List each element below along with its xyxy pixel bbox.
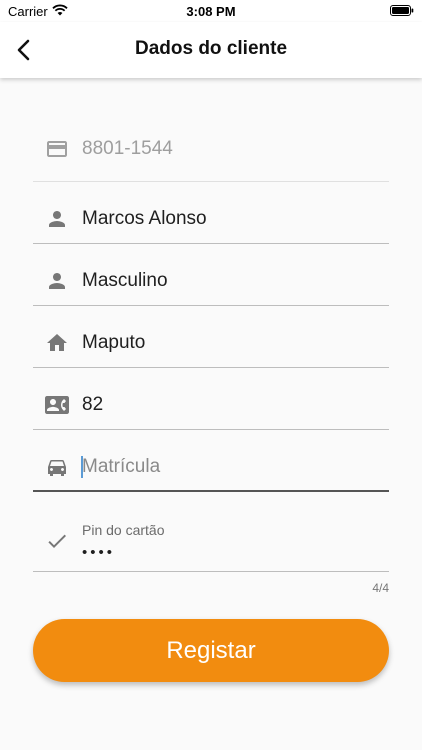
id-number-field[interactable]: 82 <box>33 368 389 430</box>
status-time: 3:08 PM <box>186 4 236 19</box>
contact-card-icon <box>45 396 69 414</box>
name-value: Marcos Alonso <box>82 208 207 229</box>
id-number-value: 82 <box>82 394 104 415</box>
status-bar: Carrier 3:08 PM <box>0 0 422 22</box>
card-number-value: 8801-1544 <box>82 138 173 159</box>
gender-value: Masculino <box>82 270 168 291</box>
pin-label: Pin do cartão <box>82 522 165 538</box>
city-value: Maputo <box>82 332 146 353</box>
check-icon <box>48 534 66 548</box>
pin-field[interactable]: Pin do cartão •••• <box>33 510 389 572</box>
name-field[interactable]: Marcos Alonso <box>33 182 389 244</box>
credit-card-icon <box>47 141 67 157</box>
car-icon <box>48 460 66 476</box>
register-button[interactable]: Registar <box>33 619 389 682</box>
card-number-field: 8801-1544 <box>33 120 389 182</box>
city-field[interactable]: Maputo <box>33 306 389 368</box>
plate-placeholder: Matrícula <box>82 456 161 477</box>
battery-icon <box>390 5 414 16</box>
app-bar: Dados do cliente <box>0 22 422 78</box>
plate-field[interactable]: Matrícula <box>33 430 389 492</box>
home-icon <box>47 334 67 351</box>
pin-value: •••• <box>82 544 116 561</box>
pin-character-counter: 4/4 <box>372 581 389 595</box>
page-title: Dados do cliente <box>134 38 288 59</box>
person-icon <box>49 273 65 289</box>
person-icon <box>49 211 65 227</box>
gender-field[interactable]: Masculino <box>33 244 389 306</box>
